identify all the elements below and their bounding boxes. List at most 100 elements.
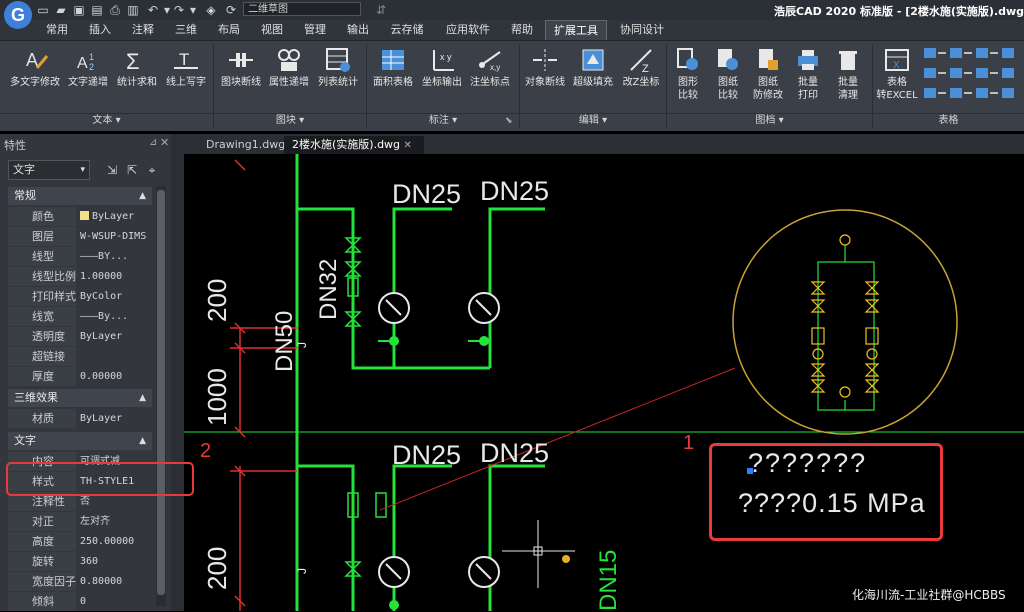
prop-value: ByLayer [78,207,154,226]
sigma-icon: Σ [126,49,140,74]
menu-annotate[interactable]: 注释 [123,20,163,40]
text-on-line-button[interactable]: T 线上写字 [162,46,210,89]
table-to-excel-button[interactable]: X 表格 转EXCEL [874,46,920,102]
redo-icon[interactable]: ↷ [172,3,186,17]
drawing-svg: DN25 DN25 DN25 DN25 DN32 DN50 DN15 200 1… [184,154,1024,611]
group-label-dimension[interactable]: 标注 ▾ [367,114,519,128]
plot-icon[interactable]: ▥ [126,3,140,17]
properties-title: 特性 [4,139,26,152]
prop-value: 0.80000 [80,576,123,587]
label-dim-200-top: 200 [202,279,232,322]
close-tab-icon[interactable]: ✕ [404,140,412,151]
annotate-coordinate-button[interactable]: x,y 注坐标点 [466,46,514,89]
super-fill-button[interactable]: 超级填充 [569,46,617,89]
prop-row-justify[interactable]: 对正 左对齐 [8,512,152,532]
menu-apps[interactable]: 应用软件 [440,20,496,40]
properties-scroll-thumb[interactable] [157,190,165,595]
open-folder-icon[interactable]: ▰ [54,3,68,17]
tab-drawing1[interactable]: Drawing1.dwg [198,136,285,154]
workspace-select[interactable]: 二维草图 [243,2,361,16]
prop-row-transparency[interactable]: 透明度 ByLayer [8,327,152,347]
prop-value: 0.00000 [80,371,123,382]
menu-manage[interactable]: 管理 [295,20,335,40]
group-label-block[interactable]: 图块 ▾ [214,114,366,128]
drawing-protect-button[interactable]: 图纸 防修改 [748,46,788,102]
new-file-icon[interactable]: ▭ [36,3,50,17]
text-increment-button[interactable]: A12 文字递增 [64,46,112,89]
section-3d-effects[interactable]: 三维效果 ▲ [8,389,152,407]
text-increment-label: 文字递增 [68,77,108,88]
selection-dropdown[interactable]: 文字 ▾ [8,160,90,180]
block-break-line-button[interactable]: 图块断线 [217,46,265,89]
multi-text-edit-button[interactable]: A 多文字修改 [6,46,64,89]
prop-row-height[interactable]: 高度 250.00000 [8,532,152,552]
prop-row-oblique[interactable]: 倾斜 0 [8,592,152,612]
svg-text:Z: Z [642,63,649,74]
coordinate-output-button[interactable]: x y 坐标输出 [418,46,466,89]
undo-icon[interactable]: ↶ [146,3,160,17]
save-as-icon[interactable]: ▤ [90,3,104,17]
prop-row-plot-style[interactable]: 打印样式 ByColor [8,287,152,307]
select-objects-icon[interactable]: ⇱ [124,162,140,178]
quick-access-dropdown-icon[interactable]: ⇵ [374,3,388,17]
prop-row-material[interactable]: 材质 ByLayer [8,409,152,429]
prop-row-color[interactable]: 颜色 ByLayer [8,207,152,227]
lower-branch-pipes [297,464,545,611]
group-label-table[interactable]: 表格 [873,114,1024,128]
quick-select-icon[interactable]: ⌖ [144,162,160,178]
text-edit-icon: A [26,50,49,70]
prop-row-linetype-scale[interactable]: 线型比例 1.00000 [8,267,152,287]
batch-purge-button[interactable]: 批量 清理 [828,46,868,102]
print-icon[interactable]: ⎙ [108,3,122,17]
section-text[interactable]: 文字 ▲ [8,432,152,450]
section-general[interactable]: 常规 ▲ [8,187,152,205]
group-label-edit[interactable]: 编辑 ▾ [520,114,666,128]
menu-3d[interactable]: 三维 [166,20,206,40]
prop-value [78,347,154,366]
prop-row-width-factor[interactable]: 宽度因子 0.80000 [8,572,152,592]
menu-cloud-storage[interactable]: 云存储 [384,20,430,40]
tab-active-drawing[interactable]: 2楼水施(实施版).dwg ✕ [284,136,424,154]
drawing-canvas[interactable]: DN25 DN25 DN25 DN25 DN32 DN50 DN15 200 1… [184,154,1024,611]
prop-row-thickness[interactable]: 厚度 0.00000 [8,367,152,387]
menu-layout[interactable]: 布局 [209,20,249,40]
menu-home[interactable]: 常用 [37,20,77,40]
attribute-increment-button[interactable]: 属性递增 [265,46,313,89]
change-z-button[interactable]: Z 改Z坐标 [617,46,665,89]
close-icon[interactable]: ✕ [160,136,169,149]
group-label-text[interactable]: 文本 ▾ [0,114,213,128]
menu-output[interactable]: 输出 [338,20,378,40]
prop-row-hyperlink[interactable]: 超链接 [8,347,152,367]
toggle-pickadd-icon[interactable]: ⇲ [104,162,120,178]
group-label-archive[interactable]: 图档 ▾ [667,114,872,128]
prop-row-linetype[interactable]: 线型 ———BY... [8,247,152,267]
list-stats-button[interactable]: 列表统计 [313,46,363,89]
pin-icon[interactable]: ⊿ [149,137,157,148]
prop-row-lineweight[interactable]: 线宽 ———By... [8,307,152,327]
menu-insert[interactable]: 插入 [80,20,120,40]
redo-dropdown-icon[interactable]: ▾ [186,3,200,17]
dialog-launcher-icon[interactable]: ⬊ [505,116,513,126]
menu-collaboration[interactable]: 协同设计 [614,20,670,40]
sum-stats-button[interactable]: Σ 统计求和 [112,46,162,89]
prop-key: 高度 [8,532,76,551]
object-break-line-button[interactable]: 对象断线 [521,46,569,89]
menu-help[interactable]: 帮助 [504,20,540,40]
prop-key: 厚度 [8,367,76,386]
graphic-compare-button[interactable]: 图形 比较 [668,46,708,102]
prop-row-rotation[interactable]: 旋转 360 [8,552,152,572]
cube-icon[interactable]: ◈ [204,3,218,17]
annotate-coordinate-icon: x,y [479,51,501,72]
save-icon[interactable]: ▣ [72,3,86,17]
prop-row-layer[interactable]: 图层 W-WSUP-DIMS [8,227,152,247]
area-table-button[interactable]: 面积表格 [368,46,418,89]
drawing-compare-button[interactable]: 图纸 比较 [708,46,748,102]
label-dn32: DN32 [315,259,342,320]
attribute-increment-label: 属性递增 [269,77,309,88]
menu-extended-tools[interactable]: 扩展工具 [545,20,607,40]
app-logo-icon[interactable]: G [4,1,32,29]
refresh-icon[interactable]: ⟳ [224,3,238,17]
batch-print-button[interactable]: 批量 打印 [788,46,828,102]
menu-view[interactable]: 视图 [252,20,292,40]
detail-callout [732,209,958,435]
